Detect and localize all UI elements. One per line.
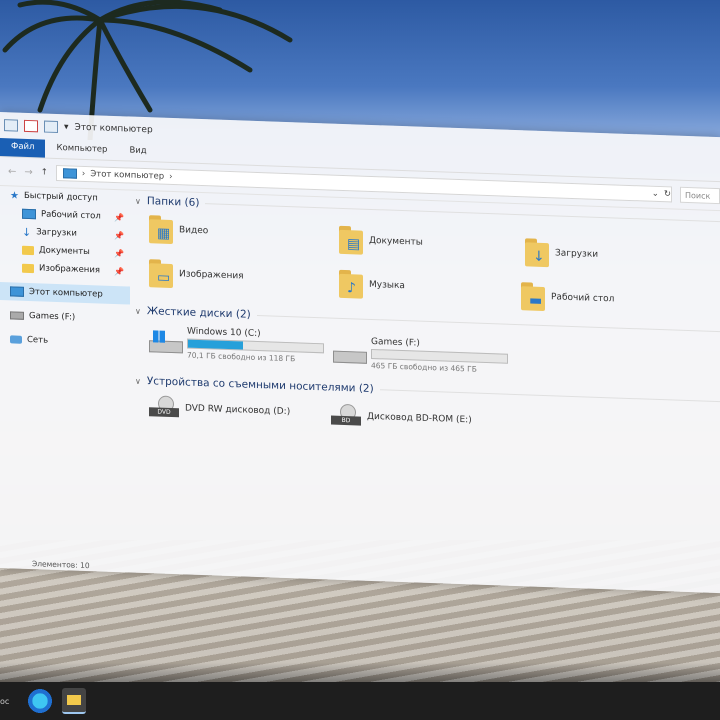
refresh-icon[interactable]: ↻ (664, 189, 671, 199)
pictures-folder-icon: ▭ (149, 259, 173, 289)
downloads-folder-icon: ↓ (525, 238, 549, 268)
this-pc-icon (4, 119, 18, 132)
music-folder-icon: ♪ (339, 269, 363, 299)
drive-label: DVD RW дисковод (D:) (185, 403, 291, 418)
drive-icon (10, 311, 24, 320)
documents-icon (22, 245, 34, 255)
tab-view[interactable]: Вид (118, 142, 157, 161)
folder-tile-pictures[interactable]: ▭ Изображения (149, 259, 244, 290)
drive-label: Дисковод BD-ROM (E:) (367, 411, 472, 426)
folder-tile-video[interactable]: ▦ Видео (149, 215, 208, 245)
desktop-icon (22, 208, 36, 220)
collapse-chevron-icon[interactable]: ∨ (135, 196, 141, 205)
taskbar: ос (0, 682, 720, 720)
this-pc-icon (62, 168, 77, 179)
status-bar-item-count: Элементов: 10 (32, 559, 90, 571)
properties-icon[interactable] (24, 119, 38, 133)
folder-label: Изображения (179, 269, 244, 282)
bd-drive-icon: BD (331, 403, 361, 429)
group-title: Жесткие диски (2) (146, 305, 251, 321)
sidebar-item-label: Рабочий стол (41, 209, 101, 222)
this-pc-icon (10, 286, 24, 297)
address-dropdown-icon[interactable]: ⌄ (652, 189, 659, 199)
sidebar-item-label: Games (F:) (29, 311, 76, 323)
sidebar-item-label: Изображения (39, 263, 101, 276)
taskbar-search-text[interactable]: ос (0, 697, 18, 706)
video-folder-icon: ▦ (149, 215, 173, 245)
documents-folder-icon: ▤ (339, 225, 363, 255)
pin-icon: 📌 (114, 212, 124, 222)
desktop-folder-icon: ▬ (521, 282, 545, 312)
content-pane: ∨ Папки (6) ▦ Видео ▤ Документы ↓ Загруз… (135, 191, 720, 581)
folder-label: Документы (369, 235, 423, 248)
drive-tile-f[interactable]: Games (F:) 465 ГБ свободно из 465 ГБ (333, 336, 508, 375)
breadcrumb[interactable]: Этот компьютер (90, 169, 164, 182)
sidebar-item-label: Быстрый доступ (23, 190, 98, 204)
file-explorer-icon[interactable] (62, 688, 86, 714)
pin-icon: 📌 (114, 266, 124, 276)
download-arrow-icon: ↓ (22, 225, 32, 239)
collapse-chevron-icon[interactable]: ∨ (135, 376, 141, 385)
sidebar-item-label: Этот компьютер (29, 287, 103, 300)
folder-tile-desktop[interactable]: ▬ Рабочий стол (521, 282, 614, 313)
pin-icon: 📌 (114, 230, 124, 240)
edge-browser-icon[interactable] (28, 689, 52, 713)
sidebar-item-label: Документы (39, 245, 90, 258)
folder-label: Загрузки (555, 248, 599, 260)
folder-tile-music[interactable]: ♪ Музыка (339, 269, 405, 300)
pictures-icon (22, 263, 34, 273)
tab-file[interactable]: Файл (0, 138, 46, 158)
drive-tile-dvd[interactable]: DVD DVD RW дисковод (D:) (149, 395, 290, 424)
drive-tile-c[interactable]: Windows 10 (C:) 70,1 ГБ свободно из 118 … (149, 325, 324, 364)
forward-arrow-icon[interactable]: → (24, 166, 32, 177)
back-arrow-icon[interactable]: ← (8, 166, 16, 177)
navigation-pane: ★ Быстрый доступ Рабочий стол 📌 ↓ Загруз… (0, 186, 130, 561)
tab-computer[interactable]: Компьютер (45, 140, 118, 161)
breadcrumb-chevron-icon[interactable]: › (169, 172, 172, 182)
sidebar-item-network[interactable]: Сеть (0, 330, 130, 353)
drive-icon (333, 342, 367, 364)
folder-tile-documents[interactable]: ▤ Документы (339, 225, 423, 257)
quick-access-toolbar-dropdown-icon[interactable]: ▾ (64, 122, 69, 132)
network-icon (10, 335, 22, 344)
up-arrow-icon[interactable]: ↑ (41, 167, 48, 177)
window-title: Этот компьютер (74, 122, 153, 136)
windows-drive-icon (149, 329, 183, 353)
explorer-window: ▾ Этот компьютер Файл Компьютер Вид ← → … (0, 112, 720, 594)
star-icon: ★ (10, 189, 19, 202)
pin-icon: 📌 (114, 248, 124, 258)
folder-label: Музыка (369, 279, 405, 292)
drive-tile-bd[interactable]: BD Дисковод BD-ROM (E:) (331, 403, 472, 433)
search-input[interactable]: Поиск (680, 186, 720, 205)
collapse-chevron-icon[interactable]: ∨ (135, 306, 141, 315)
sidebar-item-label: Загрузки (36, 227, 77, 239)
folder-label: Видео (179, 225, 209, 237)
dvd-drive-icon: DVD (149, 395, 179, 420)
folder-tile-downloads[interactable]: ↓ Загрузки (525, 238, 598, 269)
group-title: Папки (6) (146, 195, 200, 209)
sidebar-item-label: Сеть (27, 334, 49, 346)
breadcrumb-separator-icon: › (81, 168, 86, 179)
new-folder-icon[interactable] (44, 120, 58, 134)
folder-label: Рабочий стол (551, 292, 615, 305)
